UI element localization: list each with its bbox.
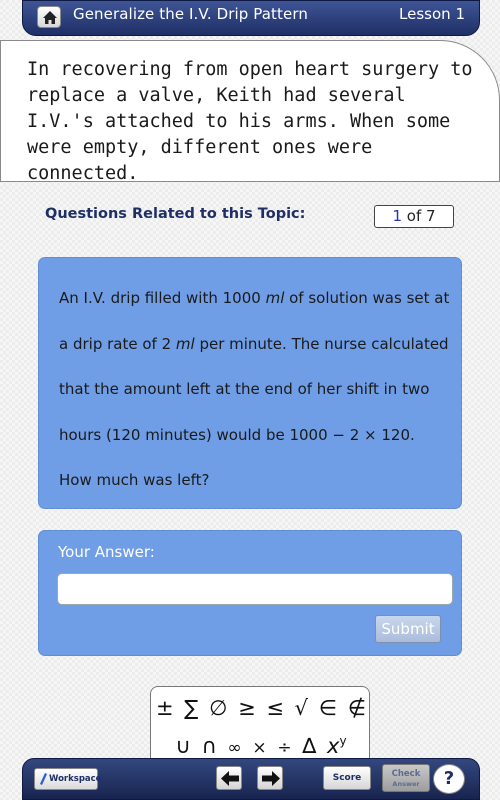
header-bar: Generalize the I.V. Drip Pattern Lesson …	[22, 0, 480, 36]
symbol-key[interactable]: ∩	[201, 734, 216, 758]
question-counter[interactable]: 1 of 7	[374, 205, 454, 228]
workspace-button[interactable]: Workspace	[34, 768, 102, 790]
arrow-left-icon	[221, 771, 239, 786]
symbol-key[interactable]: ±	[156, 696, 174, 720]
power-exponent: y	[339, 734, 347, 748]
page-title: Generalize the I.V. Drip Pattern	[73, 5, 308, 23]
pencil-icon	[40, 773, 47, 785]
topic-intro-text: In recovering from open heart surgery to…	[27, 59, 473, 184]
check-label: Check	[391, 769, 421, 779]
answer-input[interactable]	[57, 573, 453, 605]
question-unit: ml	[175, 334, 195, 353]
symbol-key[interactable]: ∆	[302, 734, 316, 758]
topic-intro-panel: In recovering from open heart surgery to…	[0, 40, 500, 184]
previous-button[interactable]	[216, 766, 242, 790]
check-sub-label: Answer	[392, 780, 420, 788]
questions-heading: Questions Related to this Topic:	[45, 206, 306, 222]
next-button[interactable]	[257, 766, 283, 790]
symbol-key[interactable]: √	[295, 696, 308, 720]
symbol-key[interactable]: ∑	[184, 696, 198, 720]
question-panel: An I.V. drip filled with 1000 ml of solu…	[38, 257, 462, 509]
symbol-key[interactable]: ∈	[319, 696, 337, 720]
question-text: An I.V. drip filled with 1000 ml of solu…	[59, 276, 451, 504]
question-total-label: of 7	[406, 207, 436, 225]
help-button[interactable]: ?	[433, 764, 465, 794]
answer-label: Your Answer:	[58, 543, 155, 561]
symbol-key[interactable]: ∉	[348, 696, 366, 720]
score-button[interactable]: Score	[323, 766, 371, 790]
submit-button[interactable]: Submit	[375, 615, 441, 643]
symbol-key[interactable]: ∅	[209, 696, 227, 720]
home-icon	[43, 11, 57, 24]
symbol-key[interactable]: ≤	[266, 696, 284, 720]
math-symbol-palette: ± ∑ ∅ ≥ ≤ √ ∈ ∉ ∪ ∩ ∞ × ÷ ∆ xy	[150, 686, 370, 766]
power-base: x	[327, 734, 340, 758]
symbol-key[interactable]: ∪	[175, 734, 190, 758]
home-button[interactable]	[37, 6, 61, 28]
question-current-number: 1	[392, 207, 402, 225]
bottom-toolbar: Workspace Score Check Answer ?	[22, 758, 480, 800]
symbol-key[interactable]: ÷	[277, 738, 291, 758]
check-answer-button[interactable]: Check Answer	[382, 764, 430, 792]
question-text-part: per minute. The nurse calculated that th…	[59, 334, 449, 490]
question-text-part: An I.V. drip filled with 1000	[59, 289, 266, 307]
question-unit: ml	[265, 289, 285, 307]
symbol-key[interactable]: ≥	[238, 696, 256, 720]
workspace-label: Workspace	[49, 774, 102, 784]
symbol-key[interactable]: ×	[252, 738, 266, 758]
answer-panel: Your Answer: Submit	[38, 530, 462, 656]
symbol-row: ± ∑ ∅ ≥ ≤ √ ∈ ∉	[151, 696, 369, 720]
lesson-label: Lesson 1	[399, 5, 465, 23]
arrow-right-icon	[262, 771, 280, 786]
symbol-key-power[interactable]: xy	[327, 734, 347, 758]
symbol-key[interactable]: ∞	[228, 738, 242, 758]
symbol-row: ∪ ∩ ∞ × ÷ ∆ xy	[151, 734, 369, 758]
